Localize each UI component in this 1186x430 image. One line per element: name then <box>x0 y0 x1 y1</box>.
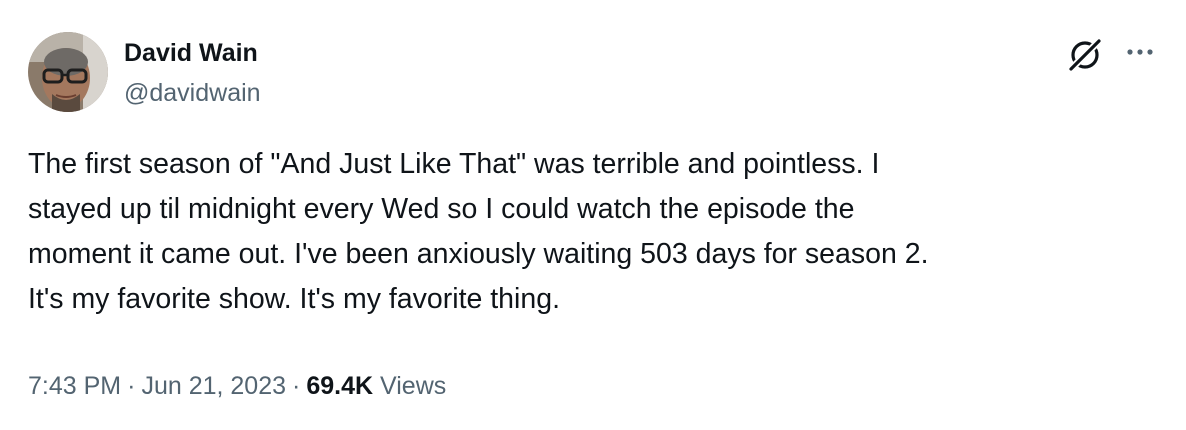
meta-separator: · <box>127 372 136 400</box>
tweet-text-line: It's my favorite show. It's my favorite … <box>28 283 560 315</box>
tweet-text: The first season of "And Just Like That"… <box>28 142 1158 322</box>
author-handle[interactable]: @davidwain <box>124 78 261 108</box>
tweet-time: 7:43 PM <box>28 372 122 400</box>
meta-separator: · <box>292 372 301 400</box>
author-display-name[interactable]: David Wain <box>124 38 258 68</box>
views-label: Views <box>380 372 447 400</box>
user-avatar-photo-icon <box>28 32 108 112</box>
tweet-text-line: moment it came out. I've been anxiously … <box>28 238 929 270</box>
views-link[interactable]: 69.4K Views <box>306 372 446 400</box>
tweet-meta: 7:43 PM · Jun 21, 2023 · 69.4K Views <box>28 368 446 404</box>
tweet-text-line: The first season of "And Just Like That"… <box>28 148 880 180</box>
grok-icon[interactable] <box>1066 36 1104 74</box>
tweet-timestamp[interactable]: 7:43 PM · Jun 21, 2023 <box>28 372 286 400</box>
tweet-date: Jun 21, 2023 <box>141 372 287 400</box>
views-count: 69.4K <box>306 372 374 400</box>
tweet-text-line: stayed up til midnight every Wed so I co… <box>28 193 855 225</box>
tweet-card: David Wain @davidwain The first season o… <box>0 0 1186 430</box>
avatar[interactable] <box>28 32 108 112</box>
more-options-icon[interactable] <box>1120 36 1160 72</box>
